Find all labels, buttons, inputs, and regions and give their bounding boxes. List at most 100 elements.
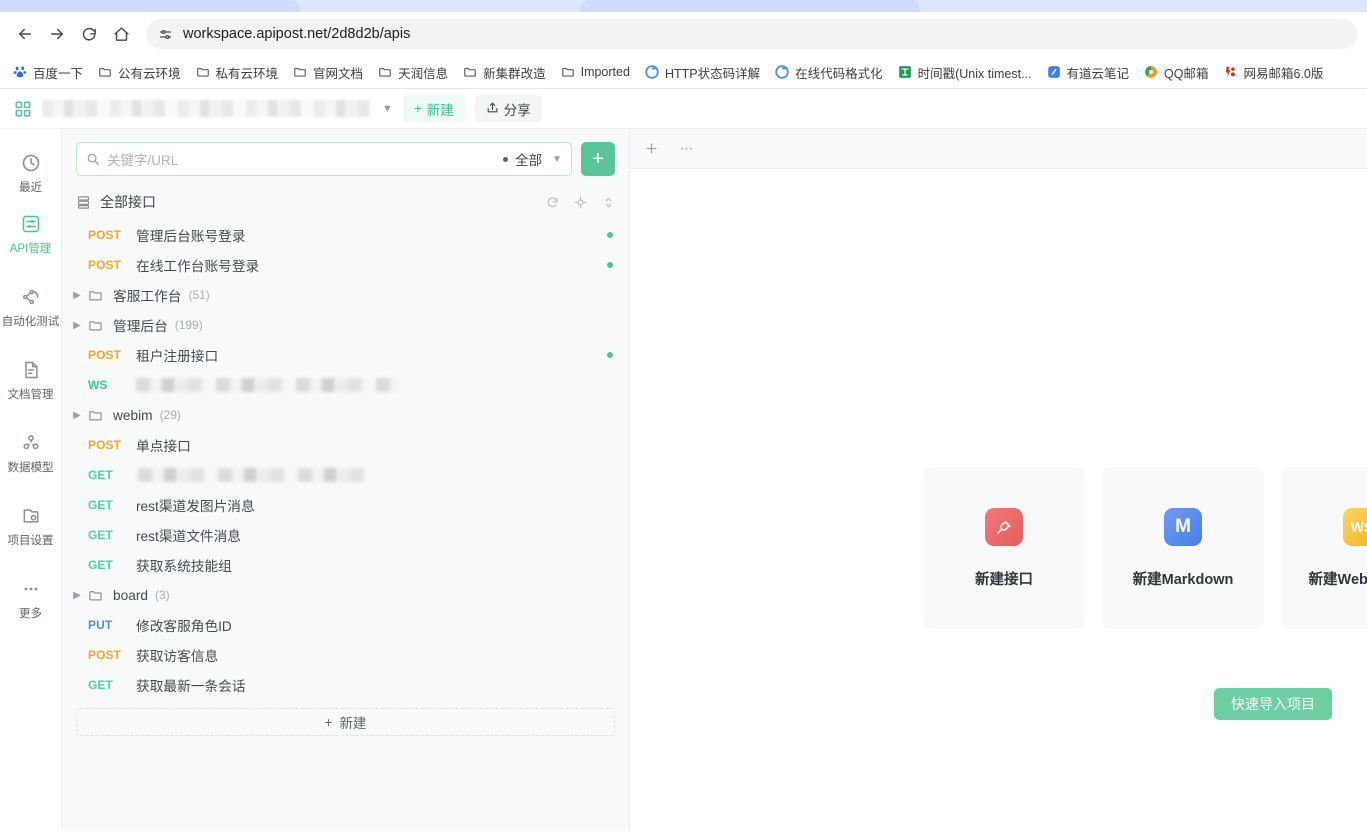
group-header-all-apis[interactable]: 全部接口: [62, 186, 629, 218]
reload-icon[interactable]: [74, 19, 104, 49]
api-name: 在线工作台账号登录: [136, 259, 260, 274]
bookmark-code-format[interactable]: 在线代码格式化: [768, 59, 889, 86]
more-dots-icon: [20, 578, 42, 600]
api-name: rest渠道发图片消息: [136, 499, 255, 514]
quick-import-button[interactable]: 快速导入项目: [1214, 688, 1332, 720]
list-item[interactable]: ▶ GET rest渠道发图片消息: [62, 490, 629, 520]
card-label: 新建接口: [975, 571, 1033, 588]
folder-count: (199): [174, 318, 203, 332]
folder-count: (29): [159, 408, 181, 422]
websocket-icon: WS: [1343, 507, 1367, 546]
list-item[interactable]: ▶ GET 获取系统技能组: [62, 550, 629, 580]
bookmark-youdao-note[interactable]: 有道云笔记: [1040, 59, 1136, 86]
bookmark-label: 时间戳(Unix timest...: [917, 66, 1032, 81]
bookmark-label: QQ邮箱: [1164, 66, 1209, 81]
browser-tab-strip[interactable]: [0, 0, 1367, 12]
list-item[interactable]: ▶ POST 获取访客信息: [62, 640, 629, 670]
list-item-folder[interactable]: ▶ board (3): [62, 580, 629, 610]
chevron-right-icon[interactable]: ▶: [66, 590, 88, 601]
bookmark-label: 私有云环境: [215, 66, 279, 81]
search-input[interactable]: 关键字/URL 全部 ▼: [76, 142, 572, 176]
list-item[interactable]: ▶ GET 获取最新一条会话: [62, 670, 629, 700]
method-badge: POST: [88, 648, 122, 662]
list-tree-icon: [76, 195, 91, 210]
sidebar-item-doc-manage[interactable]: 文档管理: [0, 350, 62, 411]
sidebar-item-api-manage[interactable]: API管理: [0, 204, 62, 265]
bookmark-http-status[interactable]: HTTP状态码详解: [638, 59, 766, 86]
list-item[interactable]: ▶ POST 在线工作台账号登录: [62, 250, 629, 280]
add-api-button[interactable]: +: [581, 142, 615, 176]
list-item[interactable]: ▶ WS: [62, 370, 629, 400]
list-item[interactable]: ▶ GET rest渠道文件消息: [62, 520, 629, 550]
list-item[interactable]: ▶ GET: [62, 460, 629, 490]
plus-icon: +: [413, 101, 422, 116]
chevron-right-icon[interactable]: ▶: [66, 410, 88, 421]
list-item-folder[interactable]: ▶ webim (29): [62, 400, 629, 430]
list-item[interactable]: ▶ POST 租户注册接口: [62, 340, 629, 370]
apps-grid-icon[interactable]: [14, 100, 32, 118]
site-settings-icon[interactable]: [156, 25, 174, 43]
folder-icon: [88, 288, 106, 303]
refresh-icon[interactable]: [545, 195, 559, 209]
url-text: workspace.apipost.net/2d8d2b/apis: [183, 26, 411, 42]
chevron-down-icon[interactable]: ▼: [549, 154, 562, 165]
list-item[interactable]: ▶ POST 管理后台账号登录: [62, 220, 629, 250]
sidebar-item-label: 数据模型: [7, 462, 54, 474]
app-body: 最近 API管理 自动化测试 文档管理 数据模型 项目设置 更多 关键字/URL…: [0, 129, 1367, 830]
sort-icon[interactable]: [601, 195, 615, 209]
method-badge: POST: [88, 348, 122, 362]
bookmark-folder-imported[interactable]: Imported: [554, 60, 636, 84]
bookmark-unix-timestamp[interactable]: 时间戳(Unix timest...: [891, 59, 1038, 86]
share-button[interactable]: 分享: [474, 95, 542, 122]
chevron-down-icon[interactable]: ▼: [382, 103, 393, 115]
workspace-name-redacted[interactable]: [42, 100, 372, 117]
bookmark-netease-mail[interactable]: 网易邮箱6.0版: [1216, 59, 1329, 86]
filter-label[interactable]: 全部: [515, 149, 542, 169]
new-api-button[interactable]: + 新建: [76, 708, 615, 736]
plus-icon[interactable]: [644, 141, 659, 156]
browser-tab[interactable]: [580, 0, 920, 12]
bookmark-qq-mail[interactable]: QQ邮箱: [1137, 59, 1214, 86]
method-badge: GET: [88, 558, 113, 572]
bookmark-folder-official-docs[interactable]: 官网文档: [286, 59, 369, 86]
list-item[interactable]: ▶ POST 单点接口: [62, 430, 629, 460]
list-item-folder[interactable]: ▶ 管理后台 (199): [62, 310, 629, 340]
forward-arrow-icon[interactable]: [42, 19, 72, 49]
api-name: 单点接口: [136, 439, 191, 454]
sidebar-item-more[interactable]: 更多: [0, 569, 62, 630]
sidebar-item-data-model[interactable]: 数据模型: [0, 423, 62, 484]
bookmark-folder-public-cloud[interactable]: 公有云环境: [91, 59, 187, 86]
data-model-icon: [20, 432, 42, 454]
bookmark-folder-new-cluster[interactable]: 新集群改造: [456, 59, 552, 86]
sidebar-item-automation-test[interactable]: 自动化测试: [0, 277, 62, 338]
document-icon: [20, 359, 42, 381]
bookmark-label: HTTP状态码详解: [664, 66, 761, 81]
bookmark-baidu[interactable]: 百度一下: [6, 59, 89, 86]
new-button-label: 新建: [426, 102, 454, 118]
sidebar-item-project-settings[interactable]: 项目设置: [0, 496, 62, 557]
browser-tab[interactable]: [0, 0, 300, 12]
new-button[interactable]: + 新建: [402, 95, 465, 122]
card-new-markdown[interactable]: M 新建Markdown: [1102, 467, 1264, 629]
method-badge: GET: [88, 498, 113, 512]
sidebar-item-label: 最近: [19, 182, 42, 194]
method-badge: GET: [88, 468, 113, 482]
card-new-websocket[interactable]: WS 新建WebSocket: [1281, 467, 1367, 629]
list-item-folder[interactable]: ▶ 客服工作台 (51): [62, 280, 629, 310]
folder-name: 管理后台: [113, 319, 168, 334]
method-badge: POST: [88, 438, 122, 452]
sidebar-item-recent[interactable]: 最近: [0, 143, 62, 204]
card-new-api[interactable]: 新建接口: [923, 467, 1085, 629]
chevron-right-icon[interactable]: ▶: [66, 290, 88, 301]
address-bar[interactable]: workspace.apipost.net/2d8d2b/apis: [146, 19, 1357, 49]
bookmark-folder-tianrun[interactable]: 天润信息: [371, 59, 454, 86]
back-arrow-icon[interactable]: [10, 19, 40, 49]
chevron-right-icon[interactable]: ▶: [66, 320, 88, 331]
locate-target-icon[interactable]: [573, 195, 587, 209]
ellipsis-icon[interactable]: [679, 141, 694, 156]
bookmark-folder-private-cloud[interactable]: 私有云环境: [189, 59, 285, 86]
quick-action-cards: 新建接口 M 新建Markdown WS 新建WebSocket: [923, 467, 1367, 629]
home-icon[interactable]: [106, 19, 136, 49]
workspace-bar: ▼ + 新建 分享: [0, 89, 1367, 129]
list-item[interactable]: ▶ PUT 修改客服角色ID: [62, 610, 629, 640]
